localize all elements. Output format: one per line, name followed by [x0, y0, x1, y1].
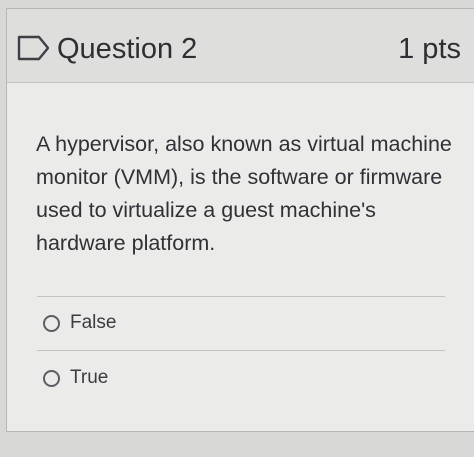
radio-button[interactable] — [43, 369, 60, 387]
question-text: A hypervisor, also known as virtual mach… — [36, 132, 452, 255]
question-title: Question 2 — [57, 33, 198, 65]
answer-label-false: False — [70, 312, 117, 333]
answer-label-true: True — [70, 367, 109, 388]
answer-divider — [37, 296, 445, 297]
answer-option-false[interactable]: False — [43, 308, 116, 338]
question-header: Question 2 1 pts — [7, 9, 474, 83]
answer-option-true[interactable]: True — [43, 363, 108, 393]
answer-divider — [37, 350, 445, 351]
question-points: 1 pts — [398, 33, 461, 65]
radio-button[interactable] — [43, 314, 60, 332]
question-card: Question 2 1 pts A hypervisor, also know… — [6, 8, 474, 432]
flag-icon[interactable] — [17, 35, 51, 61]
